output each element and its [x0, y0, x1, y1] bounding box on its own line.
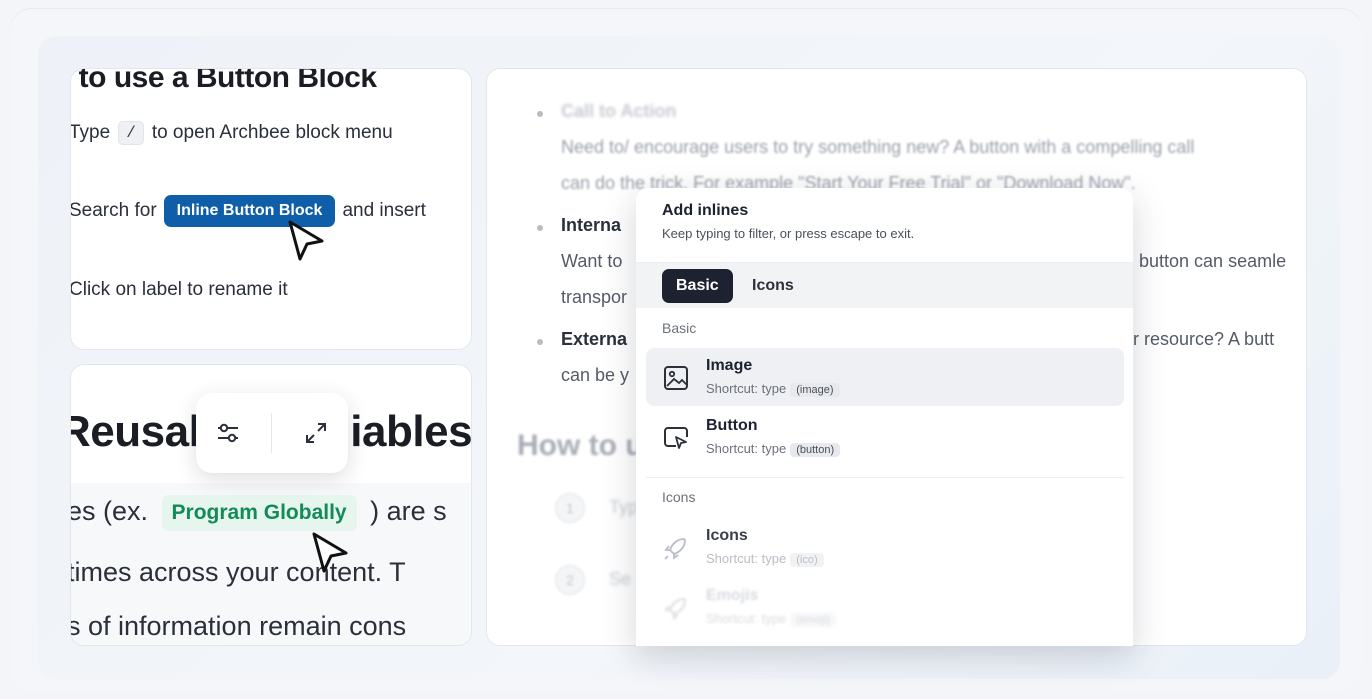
button-icon: [664, 427, 688, 449]
hint-text: Shortcut: type: [706, 611, 787, 626]
variables-body: es (ex. Program Globally ) are s times a…: [70, 483, 471, 645]
step-two: Search for Inline Button Block and inser…: [70, 195, 426, 227]
popover-subtitle: Keep typing to filter, or press escape t…: [662, 226, 915, 241]
line1-end: ) are s: [370, 496, 447, 527]
step-number: 2: [555, 565, 585, 595]
tab-icons[interactable]: Icons: [738, 269, 808, 303]
step-number: 1: [555, 493, 585, 523]
add-inlines-popover: Add inlines Keep typing to filter, or pr…: [636, 188, 1133, 646]
external-label: Externa: [561, 329, 628, 349]
list-bullet: [537, 111, 543, 117]
item-hint: Shortcut: type (button): [706, 441, 841, 457]
section-basic-label: Basic: [662, 320, 697, 336]
list-bullet: [537, 339, 543, 345]
program-globally-variable[interactable]: Program Globally: [161, 495, 357, 531]
step-three-text: Click on label to rename it: [70, 279, 288, 300]
shortcut-chip: (emoji): [790, 613, 836, 627]
step-one-rest: to open Archbee block menu: [151, 122, 393, 143]
heading-left-part: Reusal: [70, 407, 201, 456]
shortcut-chip: (ico): [790, 553, 824, 567]
rocket-icon: [664, 598, 686, 620]
internal-line-1: Want to: [561, 251, 623, 271]
line1-start: es (ex.: [70, 496, 149, 527]
sliders-icon[interactable]: [208, 413, 248, 453]
internal-line-1-right: button can seamle: [1139, 251, 1287, 271]
heading-right-part: iables: [350, 407, 472, 456]
item-hint: Shortcut: type (ico): [706, 551, 824, 567]
popover-title: Add inlines: [662, 202, 749, 219]
step-three: Click on label to rename it: [70, 279, 288, 301]
item-name: Image: [706, 357, 753, 374]
how-to-heading: How to u: [517, 429, 644, 462]
step-one-text: Type: [70, 122, 111, 143]
item-name: Button: [706, 417, 758, 434]
item-hint: Shortcut: type (image): [706, 381, 840, 397]
popover-tabs: Basic Icons: [636, 262, 1133, 308]
menu-item-emojis[interactable]: Emojis Shortcut: type (emoji): [646, 578, 1124, 636]
button-block-card: / to use a Button Block Type / to open A…: [70, 68, 472, 350]
item-name: Emojis: [706, 587, 759, 604]
item-name: Icons: [706, 527, 748, 544]
section-icons-label: Icons: [662, 489, 696, 505]
external-line-2: can be y: [561, 365, 630, 385]
step-two-text: Search for: [70, 200, 157, 221]
mouse-pointer-icon: [312, 532, 348, 573]
expand-icon[interactable]: [296, 413, 336, 453]
list-bullet: [537, 225, 543, 231]
body-line-2: times across your content. T: [70, 557, 406, 587]
step-one: Type / to open Archbee block menu: [70, 121, 393, 145]
menu-item-icons[interactable]: Icons Shortcut: type (ico): [646, 518, 1124, 576]
step-1-text: Typ: [609, 497, 639, 517]
floating-toolbar: [196, 393, 348, 473]
body-line-3: s of information remain cons: [70, 611, 407, 641]
item-hint: Shortcut: type (emoji): [706, 611, 836, 627]
external-right: r resource? A butt: [1133, 329, 1275, 349]
hint-text: Shortcut: type: [706, 381, 787, 396]
shortcut-chip: (button): [790, 443, 841, 457]
hint-text: Shortcut: type: [706, 551, 787, 566]
slash-key: /: [118, 121, 144, 145]
hint-text: Shortcut: type: [706, 441, 787, 456]
menu-item-image[interactable]: Image Shortcut: type (image): [646, 348, 1124, 406]
step-two-rest: and insert: [342, 200, 426, 221]
mouse-pointer-icon: [288, 220, 324, 261]
tab-basic[interactable]: Basic: [662, 269, 733, 303]
section-divider: [646, 477, 1124, 478]
rocket-icon: [664, 538, 686, 560]
body-line-1: es (ex. Program Globally ) are s: [70, 495, 447, 531]
internal-label: Interna: [561, 215, 622, 235]
shortcut-chip: (image): [790, 383, 840, 397]
step-2-text: Se: [609, 569, 632, 589]
toolbar-divider: [271, 413, 273, 453]
image-icon: [664, 366, 688, 390]
menu-item-button[interactable]: Button Shortcut: type (button): [646, 408, 1124, 466]
cta-label: Call to Action: [561, 101, 677, 121]
internal-line-2: transpor: [561, 287, 628, 307]
cta-line-1: Need to/ encourage users to try somethin…: [561, 137, 1195, 157]
card-heading: / to use a Button Block: [70, 68, 377, 94]
